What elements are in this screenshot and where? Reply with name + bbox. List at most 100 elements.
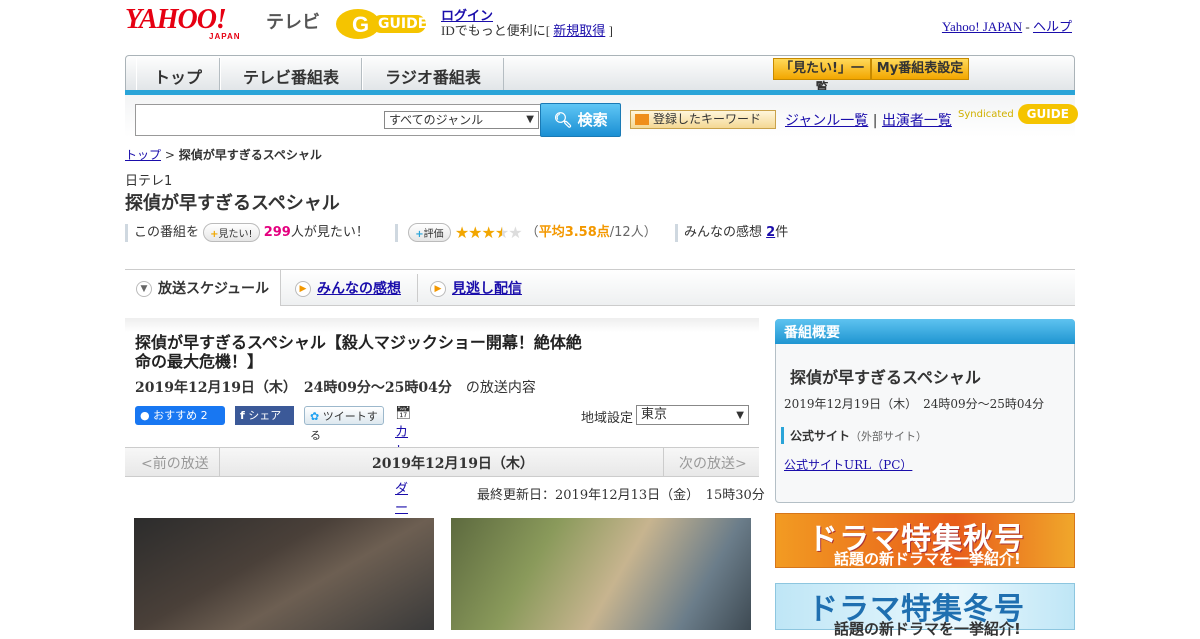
link-divider: | (872, 113, 878, 129)
tv-label: テレビ (266, 12, 320, 33)
tab-streaming[interactable]: ▶ 見逃し配信 (430, 270, 550, 306)
meta-divider (125, 223, 128, 242)
meta-divider (395, 223, 399, 242)
next-broadcast-link[interactable]: 次の放送> (679, 453, 747, 473)
chevron-down-icon: ▼ (136, 281, 152, 297)
summary-title: 探偵が早すぎるスペシャル (790, 368, 981, 387)
facebook-share-button[interactable]: f シェア (235, 406, 294, 425)
search-button-label: 検索 (577, 111, 608, 129)
rating-open: （ (525, 225, 539, 240)
tab-streaming-label[interactable]: 見逃し配信 (452, 281, 522, 297)
syndicated-label: Syndicated (958, 109, 1014, 120)
gguide-small-logo: GUIDE (1017, 104, 1078, 124)
current-broadcast-date: 2019年12月19日（木） (372, 456, 534, 472)
episode-photo-2[interactable] (451, 518, 751, 630)
official-site-heading: 公式サイト（外部サイト） (781, 427, 927, 444)
official-site-note: （外部サイト） (850, 430, 928, 443)
rate-button[interactable]: +評価 (408, 223, 451, 242)
play-arrow-icon: ▶ (295, 281, 311, 297)
rating-count: /12人） (609, 225, 657, 240)
region-label: 地域設定 (581, 411, 634, 426)
register-link[interactable]: 新規取得 (553, 23, 605, 38)
episode-title: 探偵が早すぎるスペシャル【殺人マジックショー開幕！絶体絶命の最大危機！】 (135, 333, 582, 371)
facebook-recommend-button[interactable]: ● おすすめ 2 (135, 406, 225, 425)
banner2-subtitle: 話題の新ドラマを一挙紹介! (834, 620, 1021, 638)
genre-list-link[interactable]: ジャンル一覧 (785, 113, 868, 129)
nav-tab-radio-schedule[interactable]: ラジオ番組表 (362, 58, 504, 91)
drama-autumn-banner[interactable]: ドラマ特集秋号 話題の新ドラマを一挙紹介! (775, 513, 1075, 568)
breadcrumb-current: 探偵が早すぎるスペシャル (178, 148, 322, 162)
official-site-link[interactable]: 公式サイトURL（PC） (784, 456, 912, 473)
meta-divider (674, 223, 678, 242)
my-schedule-settings-button[interactable]: My番組表設定 (871, 58, 969, 80)
want-prompt: この番組を (134, 225, 200, 240)
mitai-list-button[interactable]: 「見たい!」一覧 (773, 58, 871, 96)
program-summary-header: 番組概要 (775, 319, 1075, 344)
want-button-label: 見たい! (218, 229, 253, 240)
impressions-count[interactable]: 2 (766, 225, 775, 240)
summary-date: 2019年12月19日（木） 24時09分～25時04分 (784, 397, 1045, 411)
region-select[interactable]: 東京 ▼ (636, 405, 749, 425)
impressions-label: みんなの感想 (683, 225, 762, 240)
impressions-unit: 件 (775, 225, 789, 240)
chevron-down-icon: ▼ (736, 410, 744, 421)
plus-icon: + (210, 229, 219, 240)
main-nav: トップ テレビ番組表 ラジオ番組表 「見たい!」一覧 My番組表設定 (125, 55, 1075, 96)
last-updated: 最終更新日：2019年12月13日（金） 15時30分 (477, 488, 765, 503)
login-prompt: IDでもっと便利に[ 新規取得 ] (441, 20, 613, 39)
breadcrumb-home[interactable]: トップ (125, 148, 161, 162)
tweet-button[interactable]: ✿ ツイートする (304, 406, 384, 442)
episode-date-suffix: の放送内容 (465, 380, 536, 396)
yahoo-japan-logo[interactable]: YAHOO! JAPAN (125, 4, 261, 42)
episode-date: 2019年12月19日（木） 24時09分～25時04分 の放送内容 (135, 377, 536, 397)
play-arrow-icon: ▶ (430, 281, 446, 297)
search-icon: 🔍︎ (553, 111, 573, 129)
performer-list-link[interactable]: 出演者一覧 (882, 113, 952, 129)
facebook-icon: ● (140, 409, 150, 422)
help-link[interactable]: ヘルプ (1033, 19, 1072, 34)
search-links: ジャンル一覧 | 出演者一覧 (785, 110, 952, 130)
tab-reviews-label[interactable]: みんなの感想 (317, 281, 401, 297)
login-prompt-post: ] (605, 23, 613, 38)
facebook-f-icon: f (240, 409, 245, 422)
yahoo-japan-link[interactable]: Yahoo! JAPAN (942, 19, 1022, 34)
nav-tab-tv-schedule[interactable]: テレビ番組表 (220, 58, 362, 91)
top-right-links: Yahoo! JAPAN - ヘルプ (942, 16, 1072, 35)
content-tabs: ▼ 放送スケジュール ▶ みんなの感想 ▶ 見逃し配信 (125, 269, 1075, 306)
episode-photo-1[interactable] (134, 518, 434, 630)
yahoo-logo-sub: JAPAN (209, 32, 241, 41)
syndicated-gguide: Syndicated GUIDE (958, 104, 1078, 124)
star-empty-icon: ★ (508, 223, 522, 242)
login-prompt-pre: IDでもっと便利に[ (441, 23, 554, 38)
tab-reviews[interactable]: ▶ みんなの感想 (295, 270, 417, 306)
search-button[interactable]: 🔍︎ 検索 (540, 103, 621, 137)
twitter-bird-icon: ✿ (310, 410, 320, 423)
banner1-subtitle: 話題の新ドラマを一挙紹介! (834, 550, 1021, 568)
genre-select[interactable]: すべてのジャンル ▼ (384, 111, 539, 129)
breadcrumb-separator: > (161, 148, 179, 162)
gguide-text: GUIDE (378, 16, 428, 32)
rating-average: 平均3.58点 (538, 225, 610, 240)
drama-winter-banner[interactable]: ドラマ特集冬号 話題の新ドラマを一挙紹介! (775, 583, 1075, 638)
want-button[interactable]: +見たい! (203, 223, 260, 242)
page-title: 探偵が早すぎるスペシャル (125, 193, 340, 214)
region-select-value: 東京 (641, 407, 668, 422)
facebook-share-label: シェア (248, 409, 282, 422)
breadcrumb: トップ > 探偵が早すぎるスペシャル (125, 146, 322, 163)
svg-text:G: G (352, 12, 369, 37)
yahoo-logo-text: YAHOO! (125, 4, 227, 35)
top-links-separator: - (1022, 19, 1033, 34)
official-site-label: 公式サイト (790, 429, 851, 443)
registered-keywords-button[interactable]: 登録したキーワード (630, 110, 776, 129)
star-full-icon: ★★★ (454, 223, 496, 242)
dropdown-arrow-icon (635, 114, 649, 125)
channel-name: 日テレ1 (125, 174, 173, 189)
prev-broadcast-link[interactable]: <前の放送 (141, 453, 209, 473)
genre-select-value: すべてのジャンル (389, 113, 484, 127)
nav-tab-top[interactable]: トップ (136, 58, 220, 91)
tab-schedule[interactable]: ▼ 放送スケジュール (125, 270, 281, 306)
episode-datetime: 2019年12月19日（木） 24時09分～25時04分 (135, 380, 452, 396)
program-meta-row: この番組を +見たい! 299人が見たい！ +評価 ★★★★★ （平均3.58点… (125, 221, 789, 242)
chevron-down-icon: ▼ (526, 114, 534, 125)
gguide-logo[interactable]: G GUIDE (334, 6, 432, 40)
